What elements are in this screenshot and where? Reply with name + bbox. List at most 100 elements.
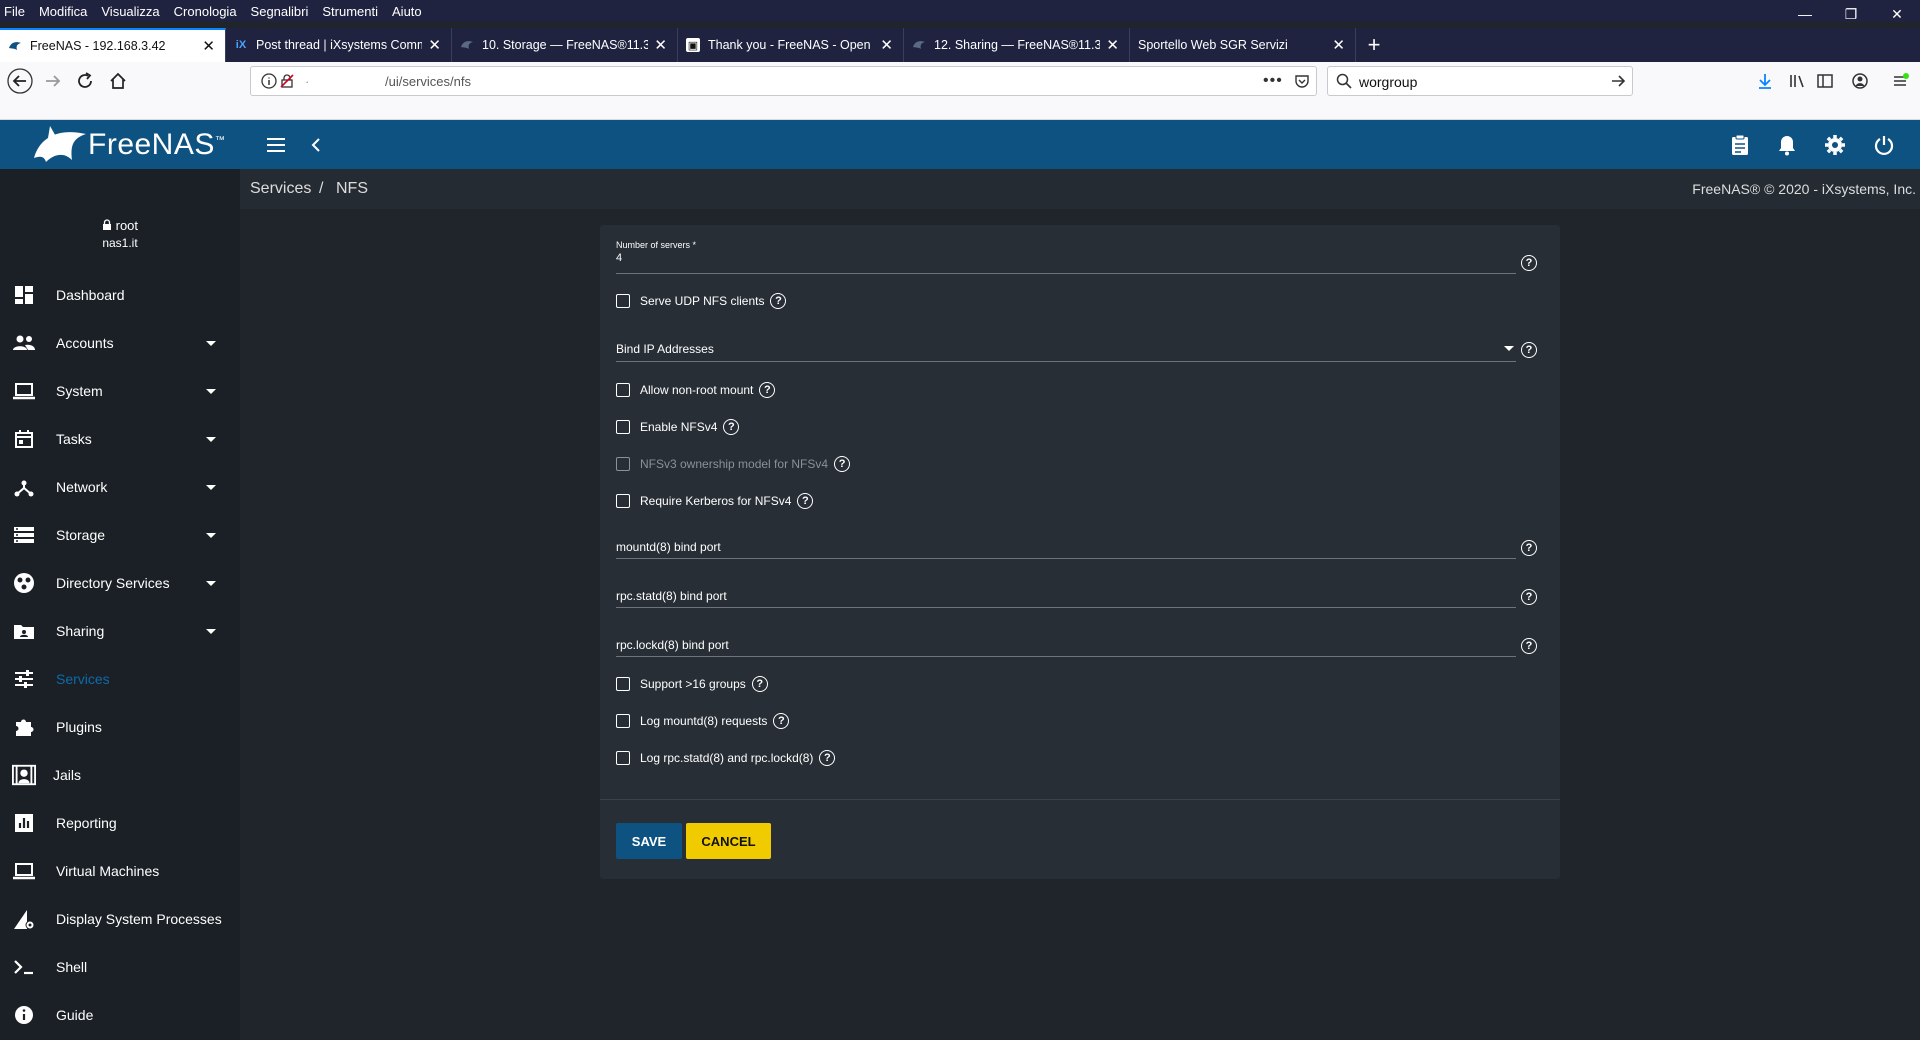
close-tab-icon[interactable]: ✕	[1106, 36, 1119, 54]
help-icon[interactable]: ?	[834, 456, 851, 472]
sidebar-item-tasks[interactable]: Tasks	[0, 419, 240, 459]
close-tab-icon[interactable]: ✕	[202, 37, 215, 55]
sidebar-item-virtual-machines[interactable]: Virtual Machines	[0, 851, 240, 891]
collapse-sidebar-icon[interactable]	[304, 133, 328, 157]
page-actions-icon[interactable]: •••	[1263, 72, 1283, 90]
minimize-icon[interactable]: —	[1782, 0, 1828, 28]
chevron-down-icon[interactable]	[1504, 346, 1514, 351]
sidebar-item-plugins[interactable]: Plugins	[0, 707, 240, 747]
help-icon[interactable]: ?	[1521, 589, 1537, 605]
log-mountd-checkbox[interactable]	[616, 714, 630, 728]
browser-tab-ixsystems[interactable]: iX Post thread | iXsystems Comm ✕	[226, 28, 452, 62]
browser-tab-storage-docs[interactable]: 10. Storage — FreeNAS®11.3-U ✕	[452, 28, 678, 62]
help-icon[interactable]: ?	[773, 713, 790, 729]
sidebar-item-sharing[interactable]: Sharing	[0, 611, 240, 651]
cancel-button[interactable]: CANCEL	[686, 823, 771, 859]
log-mountd-checkbox-row[interactable]: Log mountd(8) requests ?	[616, 712, 790, 730]
enable-nfsv4-checkbox-row[interactable]: Enable NFSv4 ?	[616, 418, 740, 436]
close-window-icon[interactable]: ✕	[1874, 0, 1920, 28]
serve-udp-checkbox-row[interactable]: Serve UDP NFS clients ?	[616, 292, 787, 310]
url-bar[interactable]: · /ui/services/nfs •••	[250, 66, 1317, 96]
clipboard-icon[interactable]	[1728, 133, 1752, 157]
support-16-groups-checkbox-row[interactable]: Support >16 groups ?	[616, 675, 768, 693]
account-icon[interactable]	[1849, 70, 1871, 92]
browser-tab-sharing-docs[interactable]: 12. Sharing — FreeNAS®11.3-U ✕	[904, 28, 1130, 62]
sidebar-item-shell[interactable]: Shell	[0, 947, 240, 987]
sidebar-item-storage[interactable]: Storage	[0, 515, 240, 555]
save-button[interactable]: SAVE	[616, 823, 682, 859]
log-statd-lockd-checkbox[interactable]	[616, 751, 630, 765]
back-icon[interactable]	[5, 66, 35, 96]
support-16-groups-checkbox[interactable]	[616, 677, 630, 691]
app-menu-icon[interactable]	[1889, 70, 1911, 92]
pocket-icon[interactable]	[1294, 73, 1310, 92]
insecure-lock-icon[interactable]	[279, 73, 295, 92]
help-icon[interactable]: ?	[1521, 638, 1537, 654]
sidebar-item-directory-services[interactable]: Directory Services	[0, 563, 240, 603]
require-kerberos-checkbox[interactable]	[616, 494, 630, 508]
help-icon[interactable]: ?	[751, 676, 768, 692]
reload-icon[interactable]	[70, 66, 100, 96]
number-of-servers-field[interactable]: Number of servers * 4	[616, 240, 1516, 264]
browser-tab-freenas[interactable]: FreeNAS - 192.168.3.42 ✕	[0, 28, 226, 62]
settings-gear-icon[interactable]	[1823, 133, 1847, 157]
mountd-port-input[interactable]: mountd(8) bind port	[616, 540, 721, 554]
menu-file[interactable]: File	[0, 4, 32, 19]
help-icon[interactable]: ?	[1521, 255, 1537, 271]
close-tab-icon[interactable]: ✕	[428, 36, 441, 54]
help-icon[interactable]: ?	[759, 382, 776, 398]
require-kerberos-checkbox-row[interactable]: Require Kerberos for NFSv4 ?	[616, 492, 814, 510]
help-icon[interactable]: ?	[770, 293, 787, 309]
home-icon[interactable]	[103, 66, 133, 96]
search-bar[interactable]: worgroup	[1327, 66, 1633, 96]
menu-modifica[interactable]: Modifica	[32, 4, 94, 19]
statd-port-input[interactable]: rpc.statd(8) bind port	[616, 589, 727, 603]
sidebar-item-display-system-processes[interactable]: Display System Processes	[0, 899, 240, 939]
new-tab-icon[interactable]: +	[1356, 28, 1392, 62]
sidebar-item-reporting[interactable]: Reporting	[0, 803, 240, 843]
help-icon[interactable]: ?	[819, 750, 836, 766]
search-input[interactable]: worgroup	[1359, 74, 1417, 90]
sidebar-toggle-icon[interactable]	[1814, 70, 1836, 92]
sidebar-item-accounts[interactable]: Accounts	[0, 323, 240, 363]
info-icon[interactable]	[261, 73, 277, 92]
number-of-servers-input[interactable]: 4	[616, 252, 1516, 264]
log-statd-lockd-checkbox-row[interactable]: Log rpc.statd(8) and rpc.lockd(8) ?	[616, 749, 836, 767]
help-icon[interactable]: ?	[797, 493, 814, 509]
downloads-icon[interactable]	[1754, 70, 1776, 92]
help-icon[interactable]: ?	[723, 419, 740, 435]
sidebar-item-system[interactable]: System	[0, 371, 240, 411]
browser-tab-sportello[interactable]: Sportello Web SGR Servizi ✕	[1130, 28, 1356, 62]
allow-nonroot-checkbox-row[interactable]: Allow non-root mount ?	[616, 381, 776, 399]
browser-tab-thank-you[interactable]: ▣ Thank you - FreeNAS - Open So ✕	[678, 28, 904, 62]
menu-aiuto[interactable]: Aiuto	[385, 4, 429, 19]
menu-visualizza[interactable]: Visualizza	[94, 4, 166, 19]
search-go-icon[interactable]	[1610, 73, 1626, 92]
breadcrumb-services[interactable]: Services	[250, 180, 311, 198]
sidebar-item-jails[interactable]: Jails	[0, 755, 240, 795]
breadcrumb-nfs: NFS	[336, 180, 368, 197]
lockd-port-input[interactable]: rpc.lockd(8) bind port	[616, 638, 729, 652]
notifications-icon[interactable]	[1775, 133, 1799, 157]
close-tab-icon[interactable]: ✕	[1332, 36, 1345, 54]
close-tab-icon[interactable]: ✕	[880, 36, 893, 54]
hamburger-menu-icon[interactable]	[264, 133, 288, 157]
sidebar-item-network[interactable]: Network	[0, 467, 240, 507]
sidebar-item-guide[interactable]: Guide	[0, 995, 240, 1035]
power-icon[interactable]	[1872, 133, 1896, 157]
help-icon[interactable]: ?	[1521, 540, 1537, 556]
menu-segnalibri[interactable]: Segnalibri	[244, 4, 316, 19]
restore-icon[interactable]: ❐	[1828, 0, 1874, 28]
close-tab-icon[interactable]: ✕	[654, 36, 667, 54]
help-icon[interactable]: ?	[1521, 342, 1537, 358]
library-icon[interactable]	[1786, 70, 1808, 92]
sidebar-item-dashboard[interactable]: Dashboard	[0, 275, 240, 315]
menu-cronologia[interactable]: Cronologia	[167, 4, 244, 19]
enable-nfsv4-checkbox[interactable]	[616, 420, 630, 434]
menu-strumenti[interactable]: Strumenti	[315, 4, 385, 19]
bind-ip-select[interactable]: Bind IP Addresses	[616, 342, 714, 356]
forward-icon[interactable]	[38, 66, 68, 96]
allow-nonroot-checkbox[interactable]	[616, 383, 630, 397]
serve-udp-checkbox[interactable]	[616, 294, 630, 308]
sidebar-item-services[interactable]: Services	[0, 659, 240, 699]
